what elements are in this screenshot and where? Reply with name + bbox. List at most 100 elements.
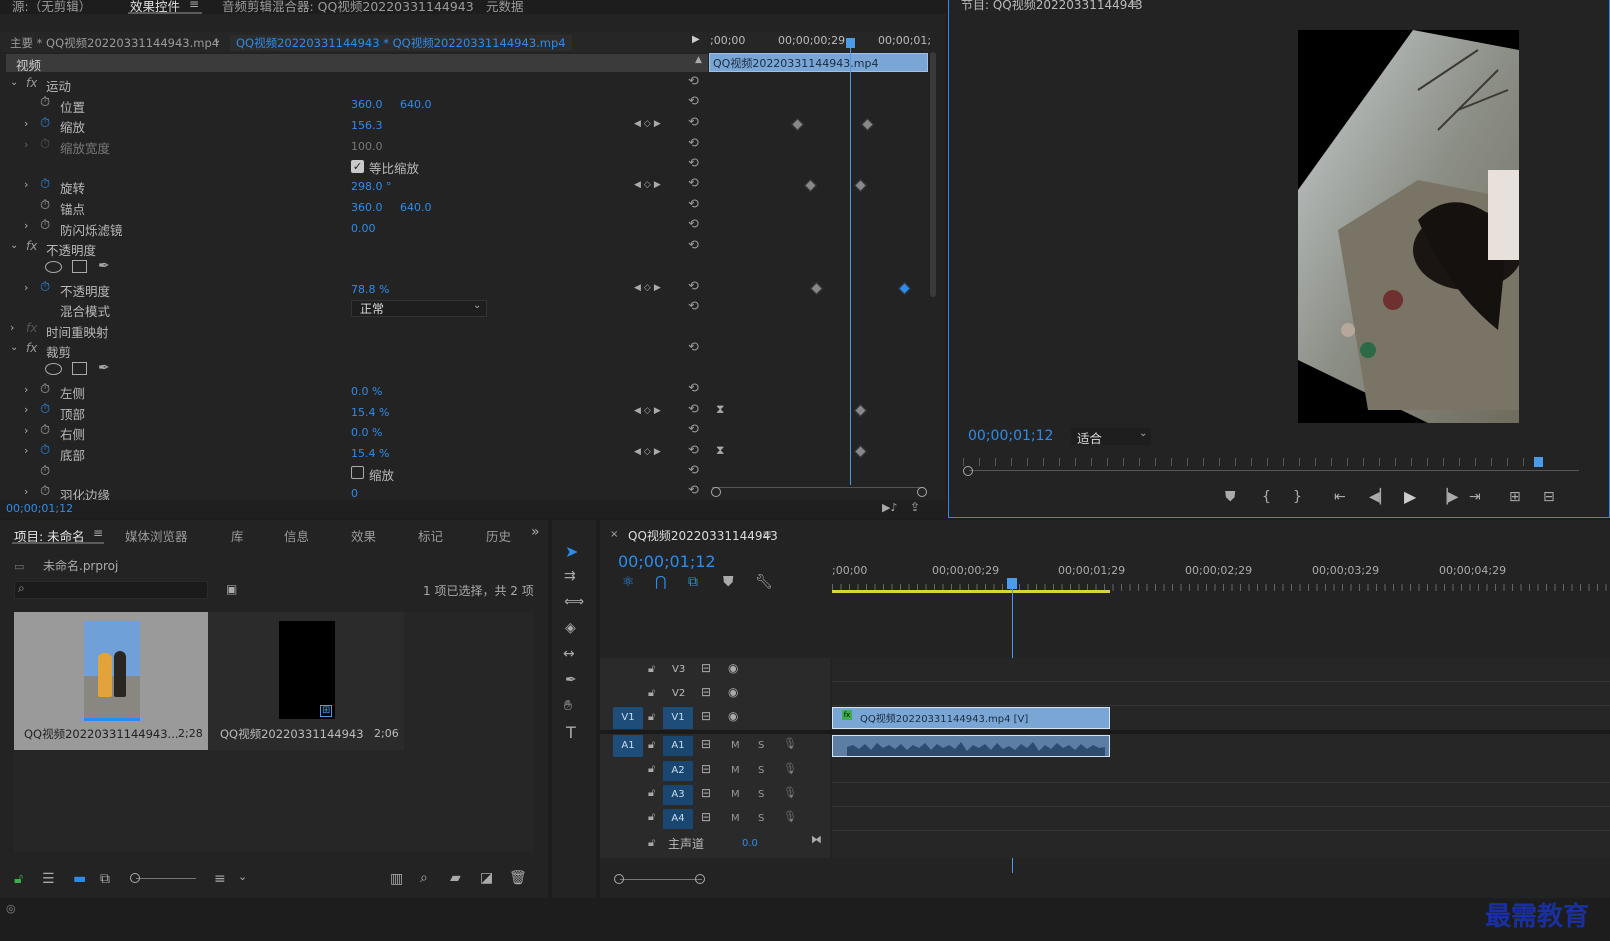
find-icon[interactable]: ⌕	[420, 870, 428, 886]
program-timecode[interactable]: 00;00;01;12	[968, 428, 1053, 444]
linked-selection-icon[interactable]: ⧉	[688, 574, 698, 590]
reset-icon[interactable]: ⟲	[688, 422, 699, 437]
keyframe-nav[interactable]: ◀◇▶	[634, 447, 664, 457]
list-view-icon[interactable]: ☰	[42, 871, 55, 887]
microphone-icon[interactable]: 🎙︎	[783, 810, 797, 823]
stopwatch-icon[interactable]: ⏱	[40, 402, 50, 417]
add-marker-icon[interactable]: ⛊	[723, 574, 734, 590]
keyframe-selected[interactable]	[898, 282, 911, 295]
step-back-icon[interactable]: ◀▏	[1369, 489, 1391, 505]
panel-menu-icon[interactable]: ≡	[93, 526, 103, 540]
source-v1-button[interactable]: V1	[613, 707, 643, 729]
new-bin-icon[interactable]: ▰	[450, 870, 461, 886]
expand-chevron-icon[interactable]: ›	[24, 281, 28, 294]
chevron-down-icon[interactable]: ⌄	[473, 300, 481, 311]
new-bin-from-search-icon[interactable]: ▣	[226, 582, 237, 596]
reset-icon[interactable]: ⟲	[688, 176, 699, 191]
rectangle-mask-icon[interactable]	[72, 362, 87, 375]
program-scrub-ticks[interactable]	[963, 458, 1553, 466]
lock-icon[interactable]: 🔓︎	[14, 871, 23, 887]
toggle-sync-icon[interactable]: ⊟	[701, 762, 711, 776]
eye-icon[interactable]: ◉	[728, 709, 738, 723]
reset-icon[interactable]: ⟲	[688, 463, 699, 478]
expand-chevron-icon[interactable]: ›	[24, 444, 28, 457]
mute-button[interactable]: M	[731, 765, 740, 776]
crop-left-value[interactable]: 0.0 %	[351, 385, 382, 398]
expand-chevron-icon[interactable]: ›	[24, 403, 28, 416]
reset-icon[interactable]: ⟲	[688, 279, 699, 294]
track-select-tool-icon[interactable]: ⇉	[564, 568, 576, 584]
stopwatch-icon[interactable]: ⏱	[40, 382, 50, 397]
pen-mask-icon[interactable]: ✒	[98, 258, 110, 274]
zoom-slider[interactable]	[136, 878, 196, 879]
eye-icon[interactable]: ◉	[728, 685, 738, 699]
expand-chevron-icon[interactable]: ›	[24, 485, 28, 498]
scale-value[interactable]: 156.3	[351, 119, 383, 132]
anchor-x[interactable]: 360.0	[351, 201, 383, 214]
lock-track-icon[interactable]: 🔓︎	[648, 786, 655, 800]
selection-tool-icon[interactable]: ➤	[565, 542, 578, 561]
reset-icon[interactable]: ⟲	[688, 156, 699, 171]
lock-track-icon[interactable]: 🔓︎	[648, 810, 655, 824]
reset-icon[interactable]: ⟲	[688, 299, 699, 314]
track-a2-label[interactable]: A2	[663, 761, 693, 781]
toggle-sync-icon[interactable]: ⊟	[701, 685, 711, 699]
toggle-sync-icon[interactable]: ⊟	[701, 786, 711, 800]
snap-nest-icon[interactable]: ⚛	[622, 574, 635, 590]
expand-chevron-icon[interactable]: ⌄	[10, 77, 18, 88]
reset-icon[interactable]: ⟲	[688, 217, 699, 232]
snap-icon[interactable]: ⋂	[655, 574, 666, 590]
fx-icon[interactable]: fx	[26, 239, 37, 253]
slip-tool-icon[interactable]: ↔	[563, 646, 575, 662]
play-icon[interactable]: ▶	[1404, 487, 1416, 506]
feather-value[interactable]: 0	[351, 487, 358, 500]
master-clip-label[interactable]: 主要 * QQ视频20220331144943.mp4	[10, 35, 219, 51]
ellipse-mask-icon[interactable]	[45, 261, 62, 273]
keyframe[interactable]	[810, 282, 823, 295]
reset-icon[interactable]: ⟲	[688, 483, 699, 498]
keyframe[interactable]	[854, 179, 867, 192]
tab-audio-mixer[interactable]: 音频剪辑混合器: QQ视频20220331144943	[222, 0, 474, 15]
status-icon[interactable]: ◎	[6, 902, 16, 915]
sequence-clip-label[interactable]: QQ视频20220331144943 * QQ视频20220331144943.…	[230, 35, 572, 51]
panel-menu-icon[interactable]: ≡	[189, 0, 199, 11]
reset-icon[interactable]: ⟲	[688, 443, 699, 458]
go-to-end-icon[interactable]: ⧓	[811, 833, 822, 846]
lock-track-icon[interactable]: 🔓︎	[648, 686, 655, 700]
new-item-icon[interactable]: ◪	[480, 870, 493, 886]
microphone-icon[interactable]: 🎙︎	[783, 762, 797, 775]
reset-icon[interactable]: ⟲	[688, 136, 699, 151]
mute-button[interactable]: M	[731, 789, 740, 800]
crop-zoom-checkbox[interactable]	[351, 466, 364, 479]
stopwatch-icon[interactable]: ⏱	[40, 443, 50, 458]
track-v2-label[interactable]: V2	[672, 688, 685, 699]
project-item-selected[interactable]: QQ视频20220331144943... 2;28	[14, 612, 208, 750]
toggle-sync-icon[interactable]: ⊟	[701, 737, 711, 751]
keyframe[interactable]	[854, 404, 867, 417]
keyframe[interactable]	[854, 445, 867, 458]
reset-icon[interactable]: ⟲	[688, 402, 699, 417]
close-icon[interactable]: ×	[610, 529, 618, 540]
zoom-handle-left[interactable]	[711, 487, 721, 497]
expand-chevron-icon[interactable]: ›	[10, 321, 14, 334]
fx-icon[interactable]: fx	[26, 76, 37, 90]
rectangle-mask-icon[interactable]	[72, 260, 87, 273]
tab-media-browser[interactable]: 媒体浏览器	[125, 526, 188, 545]
expand-chevron-icon[interactable]: ⌄	[10, 342, 18, 353]
expand-chevron-icon[interactable]: ›	[24, 178, 28, 191]
expand-chevron-icon[interactable]: ›	[24, 138, 28, 151]
ellipse-mask-icon[interactable]	[45, 363, 62, 375]
ec-zoom-scroll[interactable]	[712, 487, 924, 495]
export-icon[interactable]: ⇪	[910, 500, 920, 514]
toggle-sync-icon[interactable]: ⊟	[701, 709, 711, 723]
crop-right-value[interactable]: 0.0 %	[351, 426, 382, 439]
chevron-down-icon[interactable]: ⌄	[1139, 428, 1147, 439]
track-a1-label[interactable]: A1	[663, 736, 693, 756]
stopwatch-icon[interactable]: ⏱	[40, 95, 50, 110]
reset-icon[interactable]: ⟲	[688, 94, 699, 109]
stopwatch-icon[interactable]: ⏱	[40, 484, 50, 499]
tab-metadata[interactable]: 元数据	[486, 0, 524, 15]
ripple-edit-tool-icon[interactable]: ⟺	[564, 594, 584, 610]
timeline-zoom-scroll[interactable]	[620, 879, 702, 880]
sort-icon[interactable]: ≡	[214, 871, 226, 887]
